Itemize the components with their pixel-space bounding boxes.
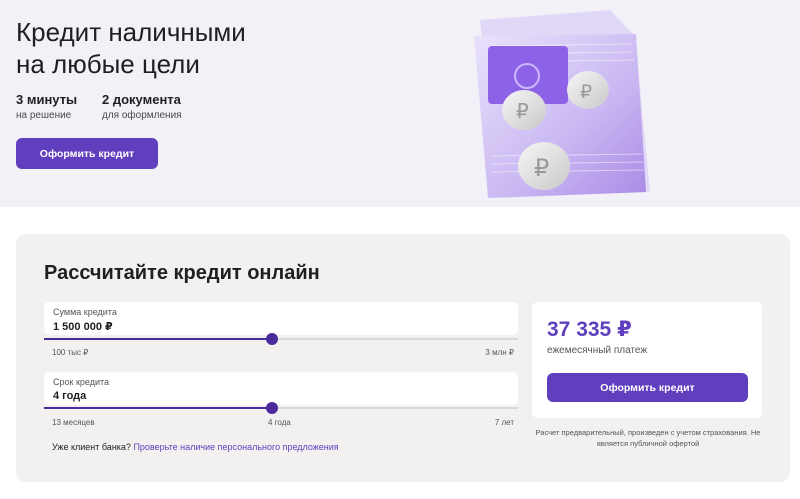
term-slider-fill (44, 407, 272, 409)
amount-label: Сумма кредита (53, 307, 117, 317)
wallet-illustration: ₽ ₽ ₽ (474, 10, 650, 198)
title-line-2: на любые цели (16, 49, 200, 79)
apply-credit-button[interactable]: Оформить кредит (16, 138, 158, 169)
amount-field[interactable]: Сумма кредита 1 500 000 ₽ (44, 302, 518, 335)
svg-text:₽: ₽ (580, 81, 592, 103)
amount-slider[interactable] (44, 333, 518, 345)
term-max-label: 7 лет (494, 418, 514, 427)
coin-icon: ₽ (502, 90, 546, 130)
coin-icon: ₽ (567, 71, 609, 109)
amount-min-label: 100 тыс ₽ (52, 348, 89, 357)
existing-client-note: Уже клиент банка? Проверьте наличие перс… (52, 442, 339, 452)
term-min-label: 13 месяцев (52, 418, 95, 427)
term-mid-label: 4 года (268, 418, 291, 427)
amount-value[interactable]: 1 500 000 ₽ (53, 320, 113, 333)
fact-caption: для оформления (102, 110, 182, 121)
credit-calculator: Рассчитайте кредит онлайн Сумма кредита … (16, 234, 790, 482)
title-line-1: Кредит наличными (16, 17, 246, 47)
svg-text:₽: ₽ (516, 99, 529, 123)
result-card: 37 335 ₽ ежемесячный платеж Оформить кре… (532, 302, 762, 418)
amount-max-label: 3 млн ₽ (485, 348, 514, 357)
apply-credit-result-button[interactable]: Оформить кредит (547, 373, 748, 402)
term-slider-handle[interactable] (265, 402, 278, 414)
fact-decision-time: 3 минуты на решение (16, 92, 102, 123)
term-field[interactable]: Срок кредита 4 года (44, 372, 518, 405)
term-value[interactable]: 4 года (53, 390, 86, 402)
calculator-title: Рассчитайте кредит онлайн (44, 262, 320, 284)
fact-caption: на решение (16, 110, 72, 121)
coin-icon: ₽ (518, 142, 570, 190)
facts-row: 3 минуты на решение 2 документа для офор… (16, 92, 222, 123)
svg-text:₽: ₽ (534, 154, 549, 182)
amount-slider-handle[interactable] (265, 333, 278, 345)
monthly-payment-label: ежемесячный платеж (547, 345, 648, 356)
fact-value: 3 минуты (16, 92, 78, 107)
term-label: Срок кредита (53, 377, 110, 387)
page-title: Кредит наличными на любые цели (16, 16, 316, 80)
personal-offer-link[interactable]: Проверьте наличие персонального предложе… (133, 442, 338, 452)
fact-value: 2 документа (102, 92, 181, 107)
disclaimer-text: Расчет предварительный, произведен с уче… (535, 428, 761, 448)
fact-documents: 2 документа для оформления (102, 92, 222, 123)
term-slider[interactable] (44, 402, 518, 414)
existing-client-text: Уже клиент банка? (52, 442, 131, 452)
hero-banner: Кредит наличными на любые цели 3 минуты … (0, 0, 800, 207)
monthly-payment-value: 37 335 ₽ (547, 318, 632, 341)
amount-slider-fill (44, 338, 272, 340)
